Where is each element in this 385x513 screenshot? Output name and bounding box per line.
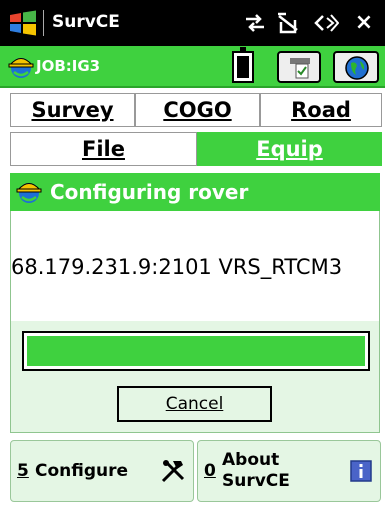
configure-button[interactable]: 5 Configure: [10, 440, 194, 502]
tab-file[interactable]: File: [10, 132, 197, 166]
tab-cogo[interactable]: COGO: [135, 93, 260, 127]
tab-road-label: Road: [291, 98, 351, 122]
surveyor-helmet-icon: [16, 183, 42, 203]
windows-flag-icon[interactable]: [8, 9, 38, 37]
tab-equip[interactable]: Equip: [197, 132, 382, 166]
app-title: SurvCE: [52, 12, 120, 32]
about-shortcut-number: 0: [204, 461, 216, 481]
cancel-button-label: Cancel: [165, 394, 224, 414]
globe-icon: [345, 56, 369, 80]
job-name[interactable]: JOB:IG3: [36, 57, 100, 75]
info-icon: [350, 460, 372, 482]
instrument-button[interactable]: [277, 51, 321, 83]
close-icon[interactable]: ×: [352, 12, 376, 34]
tab-equip-label: Equip: [256, 137, 323, 161]
progress-fill: [27, 336, 365, 366]
surveyor-helmet-icon: [8, 58, 34, 78]
job-bar: JOB:IG3: [0, 46, 385, 88]
about-survce-button[interactable]: 0 About SurvCE: [197, 440, 381, 502]
dialog-message: 68.179.231.9:2101 VRS_RTCM3: [11, 255, 343, 279]
tab-file-label: File: [82, 137, 125, 161]
battery-cap: [240, 47, 246, 51]
about-label-line1: About: [222, 450, 280, 470]
title-separator: [43, 10, 44, 36]
configure-label: Configure: [35, 461, 129, 481]
signal-off-icon[interactable]: [275, 12, 301, 34]
dialog-title: Configuring rover: [50, 180, 249, 204]
about-label-line2: SurvCE: [222, 471, 290, 491]
tab-survey[interactable]: Survey: [10, 93, 135, 127]
cancel-button[interactable]: Cancel: [117, 386, 272, 422]
volume-icon[interactable]: [313, 12, 339, 34]
instrument-icon: [290, 58, 310, 79]
progress-bar: [22, 331, 370, 371]
battery-level: [237, 56, 249, 78]
configure-shortcut-number: 5: [17, 461, 29, 481]
title-bar: SurvCE ×: [0, 0, 385, 46]
globe-button[interactable]: [333, 51, 379, 83]
connectivity-icon[interactable]: [244, 13, 266, 33]
tab-cogo-label: COGO: [163, 98, 232, 122]
tools-icon: [161, 460, 185, 483]
tab-road[interactable]: Road: [260, 93, 382, 127]
battery-icon[interactable]: [232, 47, 254, 83]
tab-survey-label: Survey: [31, 98, 114, 122]
